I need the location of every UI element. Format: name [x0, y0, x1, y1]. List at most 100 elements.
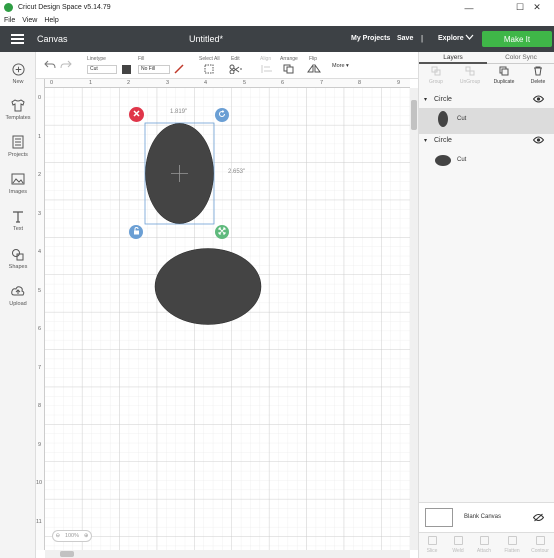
circle-shape-2[interactable] [150, 244, 266, 330]
flatten-icon [507, 536, 517, 545]
zoom-level: 100% [64, 533, 80, 539]
save-button[interactable]: Save [397, 35, 413, 42]
layer-group-1[interactable]: ▾ Circle [419, 94, 554, 108]
shirt-icon [11, 98, 25, 112]
horizontal-scrollbar[interactable] [45, 550, 410, 558]
chevron-down-icon[interactable] [465, 33, 474, 43]
tab-color-sync[interactable]: Color Sync [487, 52, 554, 64]
section-title: Canvas [37, 34, 68, 44]
sidebar-item-projects[interactable]: Projects [0, 135, 36, 158]
select-all-icon[interactable] [204, 64, 214, 76]
flip-label: Flip [309, 56, 318, 62]
flip-icon[interactable] [307, 63, 321, 76]
sidebar-item-label: Text [12, 226, 24, 232]
zoom-in-button[interactable]: ⊕ [84, 533, 89, 539]
scissors-icon[interactable] [229, 64, 243, 76]
make-it-button[interactable]: Make It [482, 31, 552, 47]
width-dimension: 1.819" [170, 109, 188, 115]
menu-view[interactable]: View [22, 17, 37, 24]
eye-icon[interactable] [532, 95, 545, 105]
vertical-scrollbar[interactable] [410, 88, 418, 550]
layers-panel: Layers Color Sync Group UnGroup Duplicat… [418, 52, 554, 558]
slice-icon [427, 536, 437, 545]
image-icon [11, 172, 25, 186]
upload-icon [11, 284, 25, 298]
close-button[interactable]: ✕ [520, 0, 554, 15]
sidebar-item-label: Templates [5, 115, 31, 121]
layer-cut-label: Cut [457, 157, 467, 163]
contour-button[interactable]: Contour [527, 536, 553, 554]
menu-help[interactable]: Help [44, 17, 58, 24]
fill-label: Fill [138, 56, 145, 62]
slice-button[interactable]: Slice [419, 536, 445, 554]
group-icon [431, 66, 441, 76]
line-color-swatch[interactable] [122, 65, 131, 74]
undo-icon[interactable] [44, 60, 56, 71]
resize-handle[interactable] [215, 225, 229, 239]
sidebar-item-shapes[interactable]: Shapes [0, 247, 36, 270]
sidebar-item-templates[interactable]: Templates [0, 98, 36, 121]
my-projects-link[interactable]: My Projects [351, 35, 390, 42]
sidebar-item-label: New [12, 79, 24, 85]
linetype-label: Linetype [87, 56, 106, 62]
sidebar-item-images[interactable]: Images [0, 172, 36, 195]
layer-tools-bar: Slice Weld Attach Flatten Contour [419, 532, 554, 558]
sidebar-item-upload[interactable]: Upload [0, 284, 36, 307]
fill-color-icon[interactable] [174, 64, 184, 76]
group-button[interactable]: Group [419, 66, 453, 85]
layer-row[interactable]: Cut [419, 149, 554, 175]
tab-layers[interactable]: Layers [419, 52, 487, 64]
linetype-select[interactable]: Cut [87, 65, 117, 74]
arrange-icon[interactable] [283, 64, 297, 76]
vertical-scroll-thumb[interactable] [411, 100, 417, 130]
horizontal-scroll-thumb[interactable] [60, 551, 74, 557]
delete-button[interactable]: Delete [521, 66, 554, 85]
arrange-label: Arrange [280, 56, 298, 62]
more-menu-button[interactable]: More ▾ [332, 63, 349, 69]
eye-hidden-icon[interactable] [532, 513, 545, 524]
selected-circle-shape[interactable] [145, 123, 214, 224]
blank-canvas-row[interactable]: Blank Canvas [419, 502, 554, 532]
ruler-top: 0 1 2 3 4 5 6 7 8 9 [36, 79, 410, 88]
duplicate-button[interactable]: Duplicate [487, 66, 521, 85]
plus-circle-icon [11, 62, 25, 76]
text-icon [11, 209, 25, 223]
layer-row[interactable]: Cut [419, 108, 554, 134]
trash-icon [533, 66, 543, 76]
window-title: Cricut Design Space v5.14.79 [18, 4, 111, 11]
flatten-button[interactable]: Flatten [499, 536, 525, 554]
weld-button[interactable]: Weld [445, 536, 471, 554]
lock-handle[interactable] [129, 225, 143, 239]
explore-button[interactable]: Explore [438, 35, 464, 42]
sidebar-item-text[interactable]: Text [0, 209, 36, 232]
rotate-handle[interactable] [215, 108, 229, 122]
layer-thumbnail [438, 111, 448, 127]
blank-canvas-swatch[interactable] [425, 508, 453, 527]
duplicate-icon [499, 66, 509, 76]
ungroup-icon [465, 66, 475, 76]
minimize-button[interactable]: — [452, 0, 486, 15]
redo-icon[interactable] [60, 60, 72, 71]
collapse-arrow-icon[interactable]: ▾ [424, 96, 427, 103]
attach-button[interactable]: Attach [471, 536, 497, 554]
menu-bar: File View Help [0, 15, 554, 26]
rotate-icon [218, 110, 226, 120]
align-icon[interactable] [261, 64, 273, 76]
ungroup-button[interactable]: UnGroup [453, 66, 487, 85]
layer-group-2[interactable]: ▾ Circle [419, 135, 554, 149]
close-icon [133, 110, 140, 119]
zoom-out-button[interactable]: ⊖ [55, 533, 60, 539]
sidebar-item-label: Shapes [8, 264, 28, 270]
menu-file[interactable]: File [4, 17, 15, 24]
sidebar-item-new[interactable]: New [0, 62, 36, 85]
sidebar-item-label: Projects [8, 152, 28, 158]
delete-handle[interactable] [129, 107, 144, 122]
group-name: Circle [434, 137, 452, 144]
hamburger-menu-icon[interactable] [11, 34, 24, 44]
zoom-control: ⊖ 100% ⊕ [52, 530, 92, 542]
eye-icon[interactable] [532, 136, 545, 146]
sidebar-item-label: Images [8, 189, 28, 195]
align-label: Align [260, 56, 272, 62]
fill-select[interactable]: No Fill [138, 65, 170, 74]
collapse-arrow-icon[interactable]: ▾ [424, 137, 427, 144]
